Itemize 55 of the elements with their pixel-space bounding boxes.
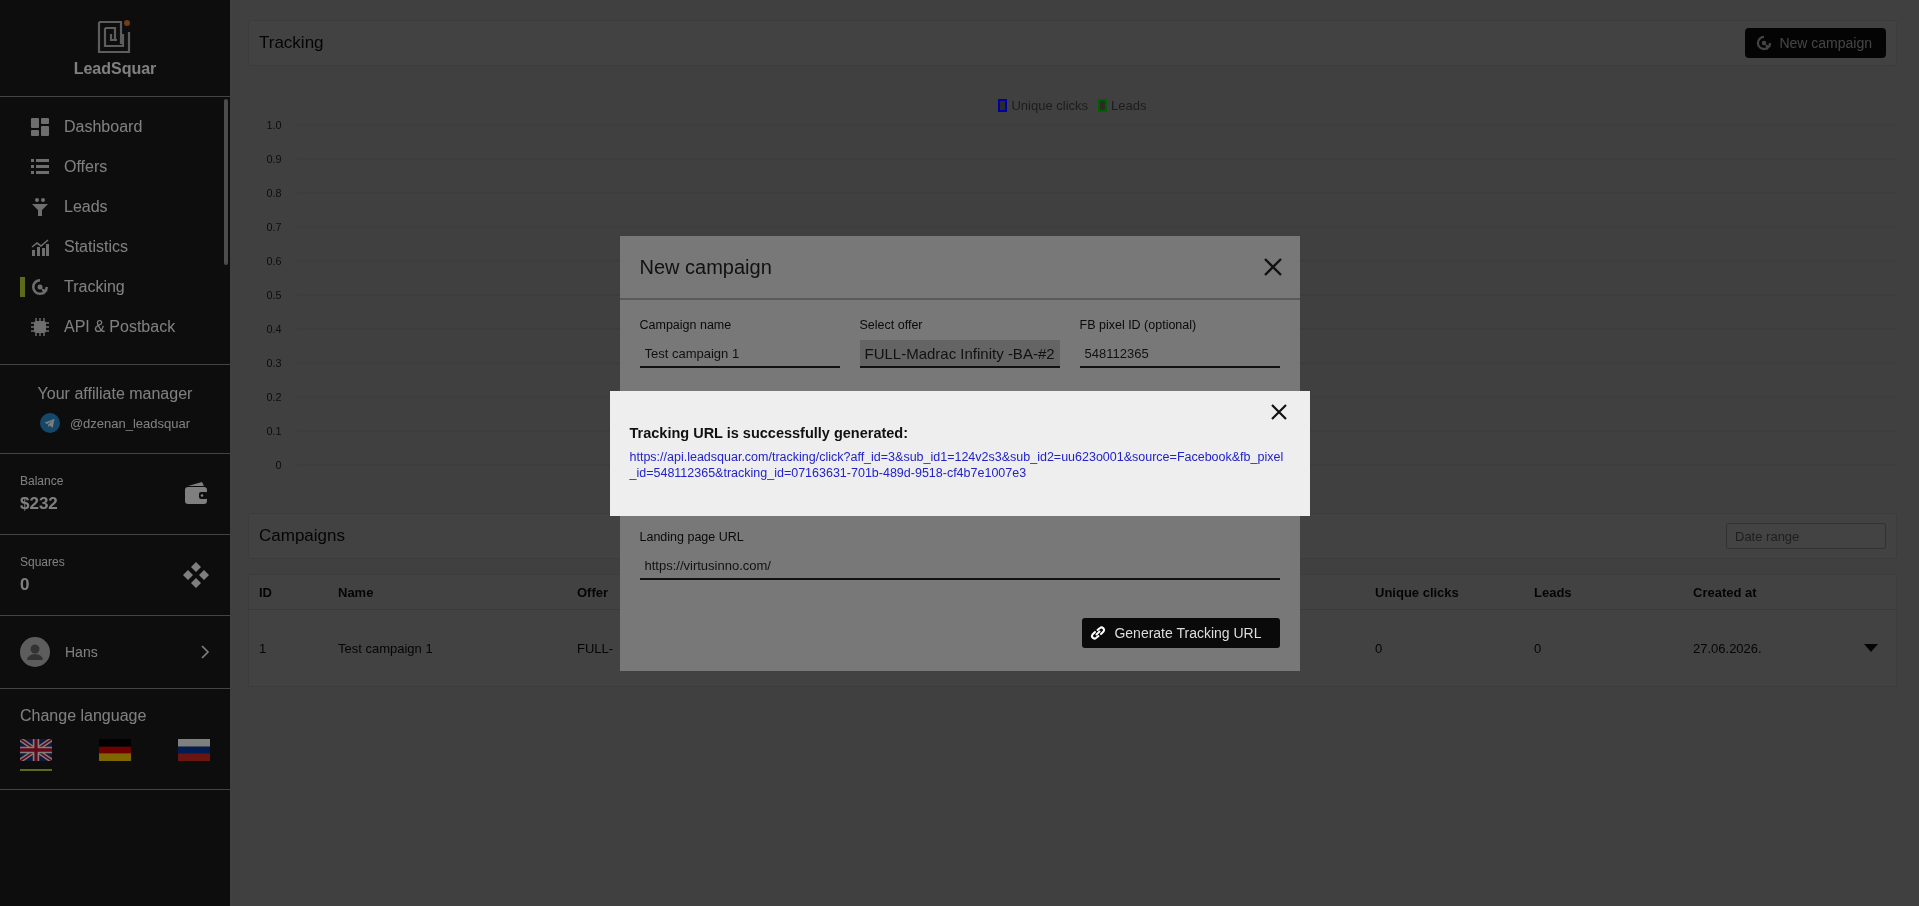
logo-icon (97, 18, 133, 54)
scrollbar[interactable] (224, 99, 228, 265)
table-cell: Test campaign 1 (338, 640, 433, 656)
table-cell: FULL- (577, 640, 614, 656)
nav-item[interactable]: Statistics (0, 227, 230, 267)
nav-icon (30, 197, 50, 217)
flag-button[interactable] (20, 739, 52, 771)
field-label: Select offer (859, 318, 924, 332)
squares-label: Squares (20, 555, 65, 569)
user-name[interactable]: Hans (65, 644, 185, 660)
nav-icon (30, 237, 50, 257)
avatar-icon (20, 637, 50, 667)
nav-item[interactable]: Tracking (0, 267, 230, 307)
target-cursor-icon (1755, 34, 1774, 52)
table-cell: 1 (259, 640, 267, 656)
nav-item[interactable]: Leads (0, 187, 230, 227)
nav-icon (30, 157, 50, 177)
manager-handle[interactable]: @dzenan_leadsquar (69, 415, 191, 431)
nav-icon (30, 317, 50, 337)
offer-select[interactable]: FULL-Madrac Infinity -BA-#2 (859, 340, 1060, 368)
paper-plane-icon (39, 413, 60, 433)
column-header: Leads (1534, 584, 1572, 600)
field-label: Campaign name (639, 318, 733, 332)
balance-value: $232 (20, 494, 59, 514)
nav-icon (30, 117, 50, 137)
page-title: Tracking (259, 33, 324, 53)
table-cell: 0 (1375, 640, 1383, 656)
chevron-icon[interactable] (200, 645, 210, 659)
column-header: ID (259, 584, 272, 600)
logo-text: LeadSquar (73, 60, 157, 78)
manager-title: Your affiliate manager (37, 385, 193, 403)
balance-label: Balance (20, 474, 64, 488)
column-header: Name (338, 584, 374, 600)
generate-url-button[interactable]: Generate Tracking URL (1082, 618, 1280, 648)
table-cell: 0 (1534, 640, 1542, 656)
tracking-url-link[interactable]: https://api.leadsquar.com/tracking/click?aff_id=3&sub_id1=124v2s3&sub_id2=uu623o001&source=Facebook&fb_pixel_id=548112365&tracking_id=07163631-701b-489d-9518-cf4b7e1007e3 (629, 449, 1290, 482)
field-label: Landing page URL (639, 530, 745, 544)
input-field[interactable]: 548112365 (1079, 340, 1280, 368)
input-field[interactable]: Test campaign 1 (639, 340, 840, 368)
diamonds-icon (182, 561, 210, 589)
column-header: Unique clicks (1375, 584, 1459, 600)
nav-item[interactable]: Offers (0, 147, 230, 187)
nav-item[interactable]: API & Postback (0, 307, 230, 347)
input-field[interactable]: https://virtusinno.com/ (639, 552, 1280, 580)
language-title: Change language (20, 707, 148, 725)
nav-item[interactable]: Dashboard (0, 107, 230, 147)
modal-title: New campaign (639, 255, 772, 279)
table-cell: 27.06.2026. (1693, 640, 1762, 656)
nav-icon (30, 277, 50, 297)
column-header: Offer (577, 584, 609, 600)
alert-title: Tracking URL is successfully generated: (629, 425, 910, 441)
section-title: Campaigns (259, 526, 345, 546)
field-label: FB pixel ID (optional) (1079, 318, 1198, 332)
squares-value: 0 (20, 575, 31, 595)
column-header: Created at (1693, 584, 1757, 600)
